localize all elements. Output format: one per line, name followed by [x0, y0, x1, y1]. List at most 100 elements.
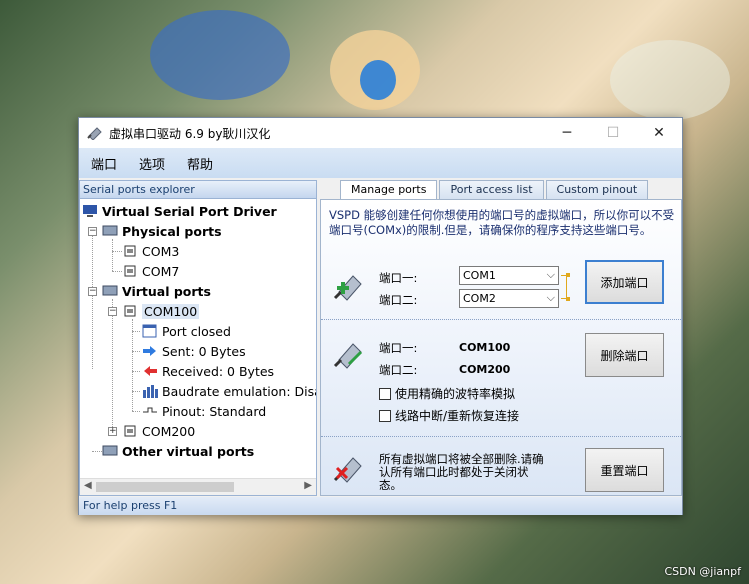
pinout-label: Pinout: Standard: [162, 403, 267, 419]
tab-port-access-list[interactable]: Port access list: [439, 180, 544, 199]
add-port2-label: 端口二:: [379, 293, 418, 307]
app-icon: [87, 126, 103, 141]
computer-icon: [82, 204, 98, 218]
chevron-down-icon: ⌵: [546, 291, 555, 304]
received-label: Received: 0 Bytes: [162, 363, 275, 379]
com3-label: COM3: [142, 243, 180, 259]
reset-ports-icon: [333, 452, 365, 484]
tree-com3[interactable]: COM3: [122, 241, 179, 261]
port1-select[interactable]: COM1 ⌵: [459, 266, 559, 285]
tree-physical-ports[interactable]: Physical ports: [102, 221, 222, 241]
scroll-right-icon[interactable]: ▶: [304, 480, 312, 491]
serial-port-icon: [122, 424, 138, 438]
precise-baud-label: 使用精确的波特率模拟: [395, 387, 516, 401]
line-break-label: 线路中断/重新恢复连接: [395, 409, 520, 423]
checkbox-box[interactable]: [379, 409, 391, 422]
port2-value: COM2: [463, 292, 496, 305]
delete-port-icon: [333, 338, 365, 370]
pair-bracket: [561, 275, 567, 299]
minimize-button[interactable]: ─: [544, 118, 590, 148]
serial-port-icon: [122, 264, 138, 278]
checkbox-box[interactable]: [379, 387, 391, 400]
delete-port-button[interactable]: 删除端口: [585, 333, 664, 377]
physical-ports-label: Physical ports: [122, 223, 222, 239]
window-title: 虚拟串口驱动 6.9 by耿川汉化: [109, 126, 271, 141]
collapse-virtual[interactable]: −: [88, 287, 97, 296]
menu-bar: 端口 选项 帮助: [79, 148, 682, 178]
menu-port[interactable]: 端口: [87, 152, 121, 175]
com7-label: COM7: [142, 263, 180, 279]
collapse-physical[interactable]: −: [88, 227, 97, 236]
com200-label: COM200: [142, 423, 196, 439]
tree-com200[interactable]: COM200: [122, 421, 195, 441]
expand-com200[interactable]: +: [108, 427, 117, 436]
watermark: CSDN @jianpf: [664, 565, 741, 578]
wallpaper-deco: [360, 60, 396, 100]
serial-port-icon: [122, 304, 138, 318]
tree-com100[interactable]: COM100: [122, 301, 200, 321]
delete-port1-value: COM100: [459, 341, 511, 354]
ports-tree: Virtual Serial Port Driver − Physical po…: [80, 199, 316, 477]
ports-group-icon: [102, 224, 118, 238]
precise-baud-checkbox[interactable]: 使用精确的波特率模拟: [379, 385, 515, 402]
line-break-checkbox[interactable]: 线路中断/重新恢复连接: [379, 407, 519, 424]
wallpaper-deco: [150, 10, 290, 100]
tree-virtual-ports[interactable]: Virtual ports: [102, 281, 211, 301]
add-port-icon: [333, 270, 365, 302]
close-button[interactable]: ✕: [636, 118, 682, 148]
reset-description: 所有虚拟端口将被全部删除.请确认所有端口此时都处于关闭状态。: [379, 452, 544, 492]
wallpaper-deco: [610, 40, 730, 120]
explorer-header: Serial ports explorer: [80, 181, 316, 199]
other-virtual-ports-label: Other virtual ports: [122, 443, 255, 459]
sent-label: Sent: 0 Bytes: [162, 343, 246, 359]
maximize-button[interactable]: ☐: [590, 118, 636, 148]
tree-other-virtual-ports[interactable]: Other virtual ports: [102, 441, 254, 461]
status-bar: For help press F1: [79, 497, 682, 515]
port2-select[interactable]: COM2 ⌵: [459, 289, 559, 308]
divider: [321, 436, 681, 437]
title-bar: 虚拟串口驱动 6.9 by耿川汉化 ─ ☐ ✕: [79, 118, 682, 148]
virtual-ports-label: Virtual ports: [122, 283, 211, 299]
horizontal-scrollbar[interactable]: ◀ ▶: [80, 478, 316, 495]
port1-value: COM1: [463, 269, 496, 282]
pinout-icon: [142, 404, 158, 418]
add-port1-label: 端口一:: [379, 271, 418, 285]
menu-options[interactable]: 选项: [135, 152, 169, 175]
delete-port2-label: 端口二:: [379, 363, 418, 377]
manage-description: VSPD 能够创建任何你想使用的端口号的虚拟端口，所以你可以不受端口号(COMx…: [329, 208, 675, 237]
tree-root[interactable]: Virtual Serial Port Driver: [82, 201, 277, 221]
delete-port1-label: 端口一:: [379, 341, 418, 355]
manage-ports-content: VSPD 能够创建任何你想使用的端口号的虚拟端口，所以你可以不受端口号(COMx…: [320, 199, 682, 496]
bar-chart-icon: [142, 384, 158, 398]
tree-received: Received: 0 Bytes: [142, 361, 274, 381]
port-status-icon: [142, 324, 158, 338]
tab-strip: Manage ports Port access list Custom pin…: [320, 180, 650, 200]
arrow-left-icon: [142, 364, 158, 378]
serial-port-icon: [122, 244, 138, 258]
tree-sent: Sent: 0 Bytes: [142, 341, 246, 361]
chevron-down-icon: ⌵: [546, 268, 555, 281]
scroll-thumb[interactable]: [96, 482, 234, 492]
arrow-right-icon: [142, 344, 158, 358]
tree-baudrate: Baudrate emulation: Disabl: [142, 381, 316, 401]
tab-custom-pinout[interactable]: Custom pinout: [545, 180, 649, 199]
tree-port-closed: Port closed: [142, 321, 231, 341]
baudrate-label: Baudrate emulation: Disabl: [162, 383, 316, 399]
port-closed-label: Port closed: [162, 323, 231, 339]
divider: [321, 319, 681, 320]
tree-com7[interactable]: COM7: [122, 261, 179, 281]
add-port-button[interactable]: 添加端口: [585, 260, 664, 304]
tree-root-label: Virtual Serial Port Driver: [102, 203, 277, 219]
pair-bracket-dot: [566, 273, 570, 277]
menu-help[interactable]: 帮助: [183, 152, 217, 175]
tab-manage-ports[interactable]: Manage ports: [340, 180, 438, 200]
tree-pinout: Pinout: Standard: [142, 401, 266, 421]
main-window: 虚拟串口驱动 6.9 by耿川汉化 ─ ☐ ✕ 端口 选项 帮助 Serial …: [78, 117, 683, 515]
ports-group-icon: [102, 444, 118, 458]
com100-label: COM100: [142, 303, 200, 319]
details-panel: Manage ports Port access list Custom pin…: [320, 180, 682, 496]
collapse-com100[interactable]: −: [108, 307, 117, 316]
reset-ports-button[interactable]: 重置端口: [585, 448, 664, 492]
delete-port2-value: COM200: [459, 363, 511, 376]
scroll-left-icon[interactable]: ◀: [84, 480, 92, 491]
